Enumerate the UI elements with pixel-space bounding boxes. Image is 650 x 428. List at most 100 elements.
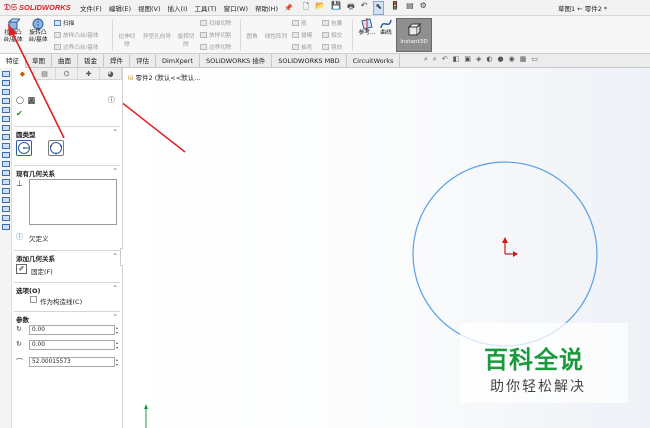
scene-icon[interactable]: ◉ (509, 55, 515, 64)
linear-pattern-button[interactable]: 线性阵列 (262, 32, 290, 40)
watermark-title: 百科全说 (484, 346, 584, 374)
tab-circuitworks[interactable]: CircuitWorks (347, 54, 401, 68)
construction-label[interactable]: 作为构造线(C) (40, 296, 82, 306)
intersect-label: 相交 (331, 33, 343, 39)
intersect-button[interactable]: 相交 (322, 31, 342, 39)
section-existing-relations-title: 现有几何关系 (16, 170, 55, 178)
intersect-icon (322, 32, 329, 38)
section-parameters[interactable]: 参数 ⌃ (14, 311, 120, 324)
open-icon[interactable]: 📂 (315, 1, 325, 15)
wrap-button[interactable]: 包覆 (322, 19, 342, 27)
collapse-chevron-icon: ⌃ (112, 313, 118, 321)
annotation-arrow-line (10, 29, 65, 139)
shell-button[interactable]: 抽壳 (292, 43, 312, 51)
rib-label: 筋 (301, 21, 307, 27)
wrap-label: 包覆 (331, 21, 343, 27)
section-existing-relations[interactable]: 现有几何关系 ⌃ (14, 165, 120, 178)
sketch-tool-icon[interactable] (2, 215, 10, 221)
pin-icon[interactable]: 📌 (284, 4, 293, 12)
sketch-tool-icon[interactable] (2, 206, 10, 212)
previous-view-icon[interactable]: ↶ (442, 55, 448, 64)
curves-button[interactable]: 曲线 (376, 18, 396, 37)
rib-icon (292, 20, 299, 26)
options-gear-icon[interactable]: ⚙ (420, 1, 427, 15)
center-circle-type-button[interactable] (16, 140, 32, 156)
radius-input[interactable]: 52.00015573 (29, 357, 115, 367)
select-icon[interactable]: ⬉ (373, 0, 385, 15)
sketch-tool-icon[interactable] (2, 143, 10, 149)
center-y-input[interactable]: 0.00 (29, 340, 115, 350)
tab-solidworks-mbd[interactable]: SOLIDWORKS MBD (272, 54, 347, 68)
sketch-tool-icon[interactable] (2, 170, 10, 176)
menu-view[interactable]: 视图(V) (138, 3, 161, 13)
sketch-tool-icon[interactable] (2, 152, 10, 158)
display-style-icon[interactable]: ◈ (476, 55, 481, 64)
menu-insert[interactable]: 插入(I) (168, 3, 188, 13)
tab-dimxpert[interactable]: DimXpert (156, 54, 200, 68)
draft-button[interactable]: 拔模 (292, 31, 312, 39)
fix-relation-icon[interactable]: ✐ (16, 264, 27, 274)
info-icon: ⓘ (16, 233, 23, 241)
hole-wizard-button[interactable]: 异型孔向导 (140, 32, 174, 40)
mirror-button[interactable]: 镜向 (322, 43, 342, 51)
boundary-cut-button[interactable]: 边界切除 (200, 43, 231, 51)
fillet-button[interactable]: 圆角 (244, 32, 260, 40)
center-y-spinner-icon[interactable]: ▴ ▾ (116, 340, 121, 350)
tab-evaluate[interactable]: 评估 (130, 54, 156, 68)
view-settings-icon[interactable]: ▦ (520, 55, 527, 64)
revolve-cut-button[interactable]: 旋转切除 (175, 32, 197, 48)
existing-relations-list[interactable] (29, 179, 117, 225)
save-icon[interactable]: 💾 (331, 1, 341, 15)
loft-cut-button[interactable]: 放样切割 (200, 31, 231, 39)
view-orientation-icon[interactable]: ▣ (464, 55, 471, 64)
edit-appearance-icon[interactable]: ● (497, 55, 503, 64)
file-properties-icon[interactable]: ▤ (406, 1, 414, 15)
watermark-subtitle: 助你轻松解决 (490, 379, 586, 395)
instant3d-icon (407, 22, 421, 36)
section-view-icon[interactable]: ◧ (453, 55, 460, 64)
radius-spinner-icon[interactable]: ▴ ▾ (116, 357, 121, 367)
part-label: 零件2 (默认<<默认... (135, 74, 201, 82)
curves-label: 曲线 (380, 30, 392, 36)
hide-show-icon[interactable]: ◐ (486, 55, 492, 64)
sweep-cut-button[interactable]: 扫描切除 (200, 19, 231, 27)
fix-relation-label[interactable]: 固定(F) (31, 266, 53, 276)
instant3d-button[interactable]: Instant3D (396, 18, 432, 52)
radius-icon: ⌒ (16, 358, 23, 366)
sketch-tool-icon[interactable] (2, 197, 10, 203)
center-x-spinner-icon[interactable]: ▴ ▾ (116, 325, 121, 335)
perimeter-circle-type-button[interactable] (48, 140, 64, 156)
sketch-tool-icon[interactable] (2, 224, 10, 230)
sketch-tool-icon[interactable] (2, 188, 10, 194)
menu-window[interactable]: 窗口(W) (224, 3, 249, 13)
rib-button[interactable]: 筋 (292, 19, 307, 27)
zoom-to-fit-icon[interactable]: ⌕ (424, 55, 428, 64)
tab-solidworks-addins[interactable]: SOLIDWORKS 插件 (200, 54, 273, 68)
rebuild-icon[interactable]: 🚦 (390, 1, 400, 15)
center-circle-icon (18, 142, 30, 154)
triad-y-arrow-icon (144, 404, 148, 409)
center-y-icon: ↻ (16, 340, 22, 348)
undo-icon[interactable]: ↶ (361, 1, 368, 15)
annotation-arrow-overlay (8, 24, 65, 139)
construction-checkbox[interactable] (30, 296, 37, 303)
wrap-icon (322, 20, 329, 26)
document-title: 草图1 ← 零件2 * (558, 5, 608, 13)
section-add-relations[interactable]: 添加几何关系 ⌃ (14, 250, 120, 263)
sketch-tool-icon[interactable] (2, 161, 10, 167)
collapse-chevron-icon: ⌃ (112, 167, 118, 175)
section-options[interactable]: 选项(O) ⌃ (14, 282, 120, 295)
menu-help[interactable]: 帮助(H) (255, 3, 278, 13)
ribbon-separator (352, 19, 353, 51)
feature-tree-part[interactable]: ⛁ 零件2 (默认<<默认... (128, 72, 200, 82)
sketch-tool-icon[interactable] (2, 179, 10, 185)
loft-cut-label: 放样切割 (209, 33, 232, 39)
collapse-chevron-icon: ⌃ (112, 284, 118, 292)
section-parameters-title: 参数 (16, 316, 29, 324)
zoom-area-icon[interactable]: ⌕ (433, 55, 437, 64)
print-icon[interactable]: 🖶 (347, 1, 355, 15)
monitor-icon[interactable]: ▭ (531, 55, 538, 64)
menu-tools[interactable]: 工具(T) (195, 3, 217, 13)
new-document-icon[interactable]: 🗋 (303, 1, 309, 15)
center-x-input[interactable]: 0.00 (29, 325, 115, 335)
